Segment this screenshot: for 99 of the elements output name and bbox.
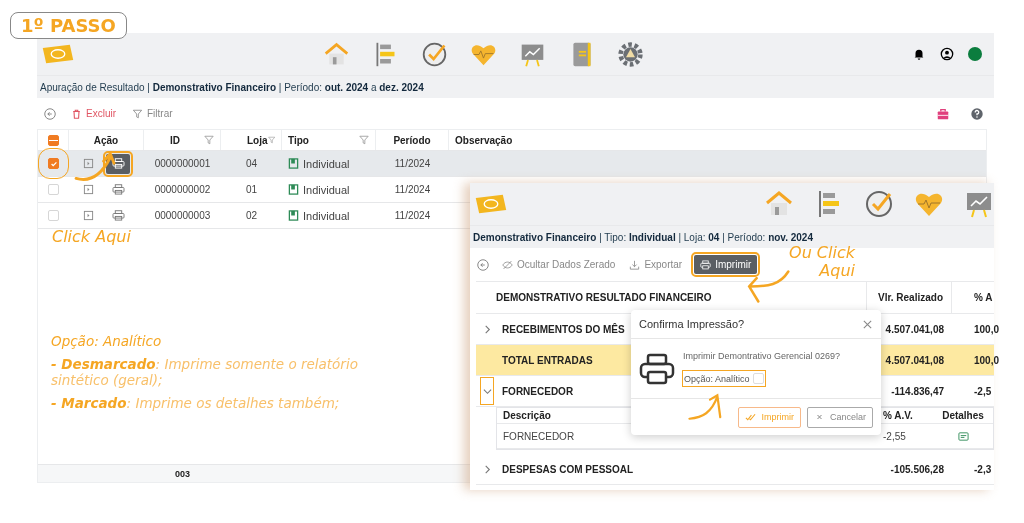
printer-icon — [700, 259, 712, 270]
expand-toggle[interactable] — [480, 377, 494, 405]
breadcrumb: Apuração de Resultado | Demonstrativo Financeiro | Período: out. 2024 a dez. 2024 — [40, 81, 424, 93]
table-cell-text: FORNECEDOR — [502, 430, 575, 442]
download-icon — [629, 259, 641, 270]
row-label: FORNECEDOR — [502, 385, 574, 397]
annotation-note: - Desmarcado: Imprime somente o relatório sintético (geral); — [51, 357, 359, 389]
hide-zero-button[interactable]: Ocultar Dados Zerado — [500, 257, 618, 272]
percent-cell: -2,3 — [974, 463, 992, 475]
column-header: Descrição — [502, 410, 551, 421]
table-cell: 11/2024 — [394, 210, 431, 221]
column-header: Vlr. Realizado — [877, 292, 943, 303]
print-button[interactable]: Imprimir — [694, 255, 758, 274]
close-icon[interactable] — [862, 318, 873, 330]
printer-icon — [111, 158, 125, 169]
toolbox-icon[interactable] — [936, 106, 950, 121]
row-label: DESPESAS COM PESSOAL — [502, 463, 634, 475]
cancel-button[interactable]: Cancelar — [806, 406, 873, 428]
chevron-icon — [482, 464, 492, 474]
printer-icon — [111, 184, 125, 195]
table-cell: Individual — [303, 183, 350, 196]
percent-cell: 100,0 — [974, 323, 1000, 335]
filter-button[interactable]: Filtrar — [130, 106, 175, 121]
details-icon[interactable] — [957, 430, 969, 442]
column-header: Tipo — [288, 134, 309, 146]
column-header: Detalhes — [941, 410, 985, 421]
delete-button[interactable]: Excluir — [69, 106, 118, 121]
dialog-title: Confirma Impressão? — [639, 318, 745, 330]
amount-cell: 4.507.041,08 — [885, 323, 944, 335]
clock-check-icon[interactable] — [421, 40, 448, 68]
open-icon[interactable] — [83, 158, 94, 169]
row-checkbox[interactable] — [48, 184, 59, 195]
eye-off-icon — [502, 259, 513, 270]
open-icon[interactable] — [83, 184, 94, 195]
help-icon[interactable] — [970, 106, 984, 121]
analytic-option-checkbox[interactable]: Opção: Analítico — [683, 371, 765, 386]
row-checkbox[interactable] — [48, 158, 59, 169]
dialog-message: Imprimir Demontrativo Gerencial 0269? — [683, 351, 841, 361]
column-header: Ação — [93, 134, 119, 146]
breadcrumb: Demonstrativo Financeiro | Tipo: Individual | Loja: 04 | Período: nov. 2024 — [473, 231, 813, 243]
amount-cell: 4.507.041,08 — [885, 354, 944, 366]
check-icon — [49, 159, 58, 168]
row-label: RECEBIMENTOS DO MÊS — [502, 323, 625, 335]
export-button[interactable]: Exportar — [627, 257, 685, 272]
user-icon[interactable] — [940, 47, 954, 61]
back-icon[interactable] — [476, 257, 490, 272]
filter-icon — [132, 108, 143, 119]
table-cell: 02 — [245, 210, 258, 221]
table-cell: 0000000001 — [154, 158, 211, 169]
confirm-print-button[interactable]: Imprimir — [738, 406, 801, 428]
back-icon[interactable] — [43, 106, 57, 121]
table-cell: Individual — [303, 209, 350, 222]
table-cell: 11/2024 — [394, 184, 431, 195]
table-cell: 0000000002 — [154, 184, 211, 195]
amount-cell: -114.836,47 — [891, 385, 944, 397]
document-icon — [288, 210, 299, 221]
table-cell: 04 — [245, 158, 258, 169]
logo-icon[interactable] — [474, 193, 508, 215]
bell-icon[interactable] — [912, 47, 926, 61]
annotation-title: Opção: Analítico — [51, 333, 163, 349]
annotation-text: Ou Click Aqui — [788, 244, 855, 281]
annotation-text: Click Aqui — [52, 227, 131, 246]
clock-check-icon[interactable] — [864, 189, 894, 219]
gear-icon[interactable] — [617, 40, 644, 68]
column-header: % A.V. — [883, 410, 914, 421]
table-cell: 01 — [245, 184, 258, 195]
chevron-icon — [482, 386, 492, 396]
table-cell: 0000000003 — [154, 210, 211, 221]
amount-cell: -105.506,28 — [890, 463, 944, 475]
open-icon[interactable] — [83, 210, 94, 221]
document-icon — [288, 158, 299, 169]
filter-icon[interactable] — [267, 135, 275, 145]
table-cell-text: -2,55 — [883, 430, 907, 442]
status-dot — [968, 47, 982, 61]
row-checkbox[interactable] — [48, 210, 59, 221]
printer-icon — [111, 210, 125, 221]
chevron-icon — [482, 324, 492, 334]
select-all-checkbox[interactable] — [47, 134, 59, 146]
printer-icon — [639, 352, 675, 385]
record-count: 003 — [175, 468, 190, 479]
table-cell: 11/2024 — [394, 158, 431, 169]
column-header: % A — [974, 292, 993, 303]
document-icon — [288, 184, 299, 195]
percent-cell: -2,5 — [974, 385, 992, 397]
filter-icon[interactable] — [204, 135, 214, 145]
column-header: DEMONSTRATIVO RESULTADO FINANCEIRO — [496, 292, 712, 303]
logo-icon[interactable] — [41, 43, 75, 65]
trash-icon — [71, 108, 82, 119]
row-label: TOTAL ENTRADAS — [502, 354, 593, 366]
double-check-icon — [745, 412, 757, 422]
table-cell: Individual — [303, 157, 350, 170]
column-header: Período — [393, 134, 431, 146]
column-header: Loja — [247, 134, 268, 146]
column-header: ID — [170, 134, 180, 146]
column-header: Observação — [455, 134, 513, 146]
percent-cell: 100,0 — [974, 354, 1000, 366]
annotation-note: - Marcado: Imprime os detalhes também; — [51, 396, 341, 412]
filter-icon[interactable] — [359, 135, 369, 145]
step-badge: 1º PASSO — [10, 12, 127, 39]
